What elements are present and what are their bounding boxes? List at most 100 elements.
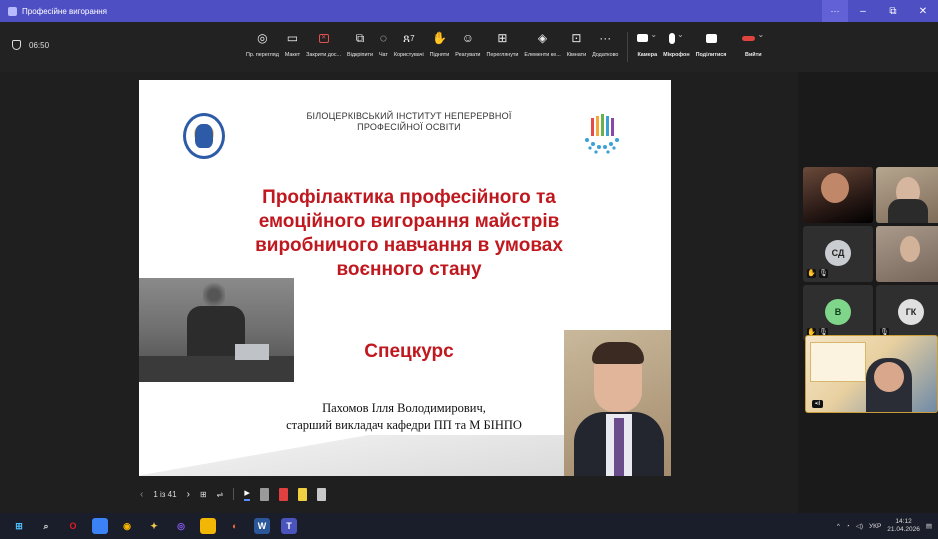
audio-level-icon: ▪ıl — [812, 400, 824, 408]
volume-icon[interactable]: ◁) — [856, 522, 863, 530]
toolbar-divider — [627, 32, 629, 62]
author-block: Пахомов Ілля Володимирович, старший викл… — [234, 400, 574, 434]
next-slide-button[interactable]: › — [187, 489, 190, 500]
eye-icon: ◎ — [257, 31, 268, 45]
settings-sliders-icon[interactable]: ⇌ — [217, 490, 224, 499]
rooms-button[interactable]: ⊡ Кімнати — [564, 28, 589, 66]
tray-expand-icon[interactable]: ^ — [837, 523, 840, 530]
more-actions-button[interactable]: ··· Додатково — [589, 28, 621, 66]
minimize-button[interactable]: – — [848, 0, 878, 22]
view-label: Переглянути — [486, 52, 519, 58]
red-pen-tool-icon[interactable] — [278, 487, 288, 501]
rooms-label: Кімнати — [566, 52, 587, 58]
participant-tile[interactable]: В ✋ 🎙 — [803, 285, 873, 341]
view-icon: ⊞ — [497, 31, 508, 45]
layout-label: Макет — [284, 52, 301, 58]
mic-muted-icon: 🎙 — [819, 269, 828, 278]
teams-logo-icon — [8, 6, 17, 16]
highlighter-tool-icon[interactable] — [297, 487, 307, 501]
close-window-button[interactable]: ✕ — [908, 0, 938, 22]
stop-sharing-button[interactable]: ✕ Закрити дос... — [303, 28, 344, 66]
preview-button[interactable]: ◎ Пр. перегляд — [243, 28, 282, 66]
clock-time: 14:12 — [895, 518, 912, 525]
more-actions-label: Додатково — [592, 52, 619, 58]
react-button[interactable]: ☺ Реагувати — [452, 28, 483, 66]
share-button[interactable]: Поділитися — [693, 28, 730, 66]
chat-button[interactable]: ◌ Чат — [376, 28, 391, 66]
leave-chevron-down-icon[interactable]: ⌄ — [757, 30, 764, 39]
grid-view-icon[interactable]: ⊞ — [200, 490, 207, 499]
pointer-tool-icon[interactable]: ▸ — [244, 487, 250, 501]
slide-navigation-bar: ‹ 1 із 41 › ⊞ ⇌ ▸ — [140, 484, 326, 504]
previous-slide-button[interactable]: ‹ — [140, 489, 143, 500]
microphone-button[interactable]: ⌄ Мікрофон — [660, 28, 692, 66]
mic-chevron-down-icon[interactable]: ⌄ — [677, 30, 684, 39]
system-clock[interactable]: 14:12 21.04.2026 — [887, 518, 920, 534]
institute-logo — [183, 113, 225, 159]
camera-chevron-down-icon[interactable]: ⌄ — [650, 30, 657, 39]
avatar: СД — [825, 240, 851, 266]
restore-button[interactable]: ⧉ — [878, 0, 908, 22]
headline-line-1: Профілактика професійного та — [262, 187, 556, 208]
network-icon[interactable]: ◔ — [846, 523, 850, 530]
game-app-icon[interactable]: ✦ — [146, 518, 162, 534]
viber-icon[interactable]: ◎ — [173, 518, 189, 534]
institute-line-2: ПРОФЕСІЙНОЇ ОСВІТИ — [357, 122, 461, 132]
raise-hand-button[interactable]: ✋ Підняти — [427, 28, 453, 66]
chrome-icon[interactable]: ◉ — [119, 518, 135, 534]
undock-button[interactable]: ⧉ Відкріпити — [344, 28, 376, 66]
eraser-tool-icon[interactable] — [316, 487, 326, 501]
firefox-icon[interactable]: ◐ — [227, 518, 243, 534]
hand-icon: ✋ — [807, 269, 816, 278]
start-icon[interactable]: ⊞ — [11, 518, 27, 534]
layout-button[interactable]: ▭ Макет — [282, 28, 303, 66]
undock-icon: ⧉ — [355, 30, 365, 45]
presenter-video-tile[interactable]: ▪ıl — [805, 335, 938, 413]
meeting-tools: ◎ Пр. перегляд ▭ Макет ✕ Закрити дос... … — [243, 28, 767, 66]
participants-button[interactable]: ጸ 7 Користувачі — [391, 28, 427, 66]
raise-hand-label: Підняти — [429, 52, 450, 58]
participant-face — [821, 173, 849, 203]
pen-tool-icon[interactable] — [259, 487, 269, 501]
more-options-button[interactable]: ··· — [822, 0, 848, 22]
institute-name: БІЛОЦЕРКІВСЬКИЙ ІНСТИТУТ НЕПЕРЕРВНОЇ ПРО… — [289, 111, 529, 133]
avatar: В — [825, 299, 851, 325]
author-portrait-photo — [564, 330, 671, 476]
camera-label: Камера — [637, 52, 658, 58]
leave-button[interactable]: ⌄ Вийти — [739, 28, 767, 66]
nav-divider — [233, 488, 235, 500]
explorer-icon[interactable] — [200, 518, 216, 534]
participants-gallery: СД ✋ 🎙 В ✋ 🎙 ГК 🎙 — [798, 72, 938, 521]
language-indicator[interactable]: УКР — [869, 523, 881, 530]
headline-line-2: емоційного вигорання майстрів — [258, 211, 560, 232]
participant-tile-video[interactable] — [876, 226, 938, 282]
participant-tile[interactable]: СД ✋ 🎙 — [803, 226, 873, 282]
layout-icon: ▭ — [286, 31, 299, 45]
file-app-icon[interactable] — [92, 518, 108, 534]
search-icon[interactable]: ⌕ — [38, 518, 54, 534]
participant-tile-video[interactable] — [876, 167, 938, 223]
teams-icon[interactable]: T — [281, 518, 297, 534]
more-icon: ··· — [599, 31, 612, 45]
participant-tile[interactable]: ГК 🎙 — [876, 285, 938, 341]
microphone-icon — [668, 32, 675, 44]
participant-body — [888, 199, 928, 223]
windows-taskbar: ⊞ ⌕ O ◉ ✦ ◎ ◐ W T ^ ◔ ◁) УКР 14:12 21.04… — [0, 513, 938, 539]
stop-sharing-label: Закрити дос... — [306, 52, 342, 58]
word-icon[interactable]: W — [254, 518, 270, 534]
people-icon: ጸ — [403, 30, 411, 45]
share-label: Поділитися — [695, 52, 727, 58]
participant-tile-video[interactable] — [803, 167, 873, 223]
react-label: Реагувати — [455, 52, 481, 58]
apps-button[interactable]: ◈ Елементи ке... — [521, 28, 563, 66]
slide-counter: 1 із 41 — [153, 489, 177, 499]
camera-icon — [637, 34, 649, 42]
clock-date: 21.04.2026 — [887, 526, 920, 533]
view-button[interactable]: ⊞ Переглянути — [483, 28, 521, 66]
chat-label: Чат — [378, 52, 388, 58]
opera-icon[interactable]: O — [65, 518, 81, 534]
timer-text: 06:50 — [29, 40, 50, 50]
meeting-timer: 06:50 — [12, 40, 49, 50]
notifications-icon[interactable]: ▤ — [926, 522, 932, 530]
camera-button[interactable]: ⌄ Камера — [634, 28, 660, 66]
